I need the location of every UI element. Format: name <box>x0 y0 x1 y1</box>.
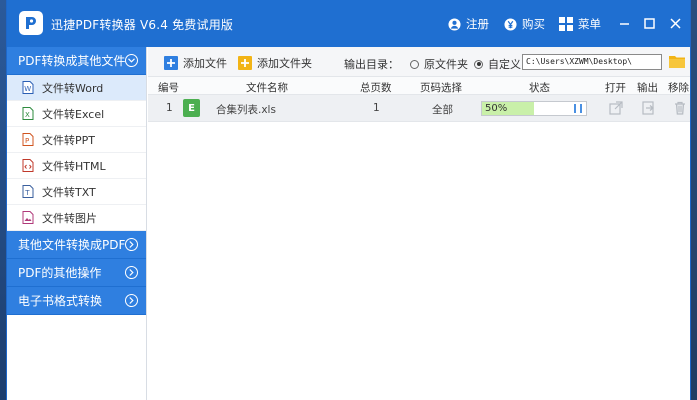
radio-custom-folder[interactable]: 自定义 <box>474 56 521 72</box>
sidebar-item-to-image[interactable]: 文件转图片 <box>7 205 146 231</box>
sidebar-item-label: 文件转TXT <box>42 185 96 199</box>
sidebar-section-label: PDF的其他操作 <box>18 266 102 280</box>
html-icon <box>21 159 34 172</box>
conversion-progress: 50% <box>481 101 587 116</box>
buy-button[interactable]: 购买 <box>504 15 545 33</box>
app-logo-icon <box>19 11 43 35</box>
yen-icon <box>504 17 517 31</box>
col-open: 打开 <box>605 82 626 94</box>
output-path-input[interactable]: C:\Users\XZWM\Desktop\ <box>522 54 662 70</box>
row-pages: 1 <box>373 102 380 114</box>
table-row[interactable]: 1 E 合集列表.xls 1 全部 50% <box>148 95 690 122</box>
trash-icon[interactable] <box>672 100 688 116</box>
pause-icon[interactable] <box>574 104 582 113</box>
excel-file-icon: E <box>183 99 200 117</box>
sidebar-section-label: PDF转换成其他文件 <box>18 54 126 68</box>
sidebar-item-to-excel[interactable]: X 文件转Excel <box>7 101 146 127</box>
close-icon <box>669 17 681 29</box>
app-title: 迅捷PDF转换器 V6.4 免费试用版 <box>51 18 234 32</box>
sidebar: PDF转换成其他文件 W 文件转Word X 文件转Excel P 文件转PPT <box>7 47 147 400</box>
maximize-icon <box>643 17 655 29</box>
svg-text:X: X <box>25 111 30 119</box>
register-button[interactable]: 注册 <box>448 15 489 33</box>
radio-original-folder[interactable]: 原文件夹 <box>410 56 468 72</box>
sidebar-item-label: 文件转Excel <box>42 107 105 121</box>
sidebar-section-pdf-other-ops[interactable]: PDF的其他操作 <box>7 259 146 287</box>
close-button[interactable] <box>665 13 685 33</box>
sidebar-section-label: 其他文件转换成PDF <box>18 238 126 252</box>
radio-original-label: 原文件夹 <box>424 58 468 71</box>
svg-text:P: P <box>25 137 29 145</box>
col-index: 编号 <box>158 82 179 94</box>
radio-circle-selected <box>474 59 483 69</box>
col-output: 输出 <box>637 82 658 94</box>
grid-icon <box>559 17 573 31</box>
sidebar-item-label: 文件转图片 <box>42 211 97 225</box>
chevron-right-icon <box>125 238 138 251</box>
image-icon <box>21 211 34 224</box>
minimize-icon <box>619 22 629 25</box>
open-external-icon[interactable] <box>608 100 624 116</box>
add-folder-icon <box>238 56 252 70</box>
buy-label: 购买 <box>522 17 545 31</box>
svg-text:W: W <box>24 85 31 93</box>
sidebar-item-label: 文件转HTML <box>42 159 106 173</box>
menu-button[interactable]: 菜单 <box>559 15 601 33</box>
desktop-background-right <box>691 0 697 400</box>
radio-circle <box>410 59 419 69</box>
sidebar-item-to-ppt[interactable]: P 文件转PPT <box>7 127 146 153</box>
col-remove: 移除 <box>668 82 689 94</box>
chevron-down-icon <box>125 54 138 67</box>
svg-text:T: T <box>24 189 30 197</box>
toolbar: 添加文件 添加文件夹 输出目录： 原文件夹 自定义 C:\Users\XZWM\… <box>148 47 690 77</box>
row-page-select[interactable]: 全部 <box>432 102 453 117</box>
sidebar-item-to-html[interactable]: 文件转HTML <box>7 153 146 179</box>
sidebar-item-to-word[interactable]: W 文件转Word <box>7 75 146 101</box>
output-export-icon[interactable] <box>640 100 656 116</box>
register-label: 注册 <box>466 17 489 31</box>
app-window: 迅捷PDF转换器 V6.4 免费试用版 注册 购买 菜单 PDF转换成其他文件 <box>6 0 691 400</box>
word-icon: W <box>21 81 34 94</box>
add-folder-label: 添加文件夹 <box>257 57 312 70</box>
col-page-select: 页码选择 <box>420 82 462 94</box>
main-panel: 添加文件 添加文件夹 输出目录： 原文件夹 自定义 C:\Users\XZWM\… <box>148 47 690 400</box>
sidebar-section-ebook-convert[interactable]: 电子书格式转换 <box>7 287 146 315</box>
row-filename: 合集列表.xls <box>216 104 276 116</box>
title-bar: 迅捷PDF转换器 V6.4 免费试用版 注册 购买 菜单 <box>7 0 690 47</box>
sidebar-item-to-txt[interactable]: T 文件转TXT <box>7 179 146 205</box>
ppt-icon: P <box>21 133 34 146</box>
browse-folder-icon[interactable] <box>669 54 685 68</box>
col-filename: 文件名称 <box>246 82 288 94</box>
output-dir-label: 输出目录： <box>344 58 399 71</box>
minimize-button[interactable] <box>614 13 634 33</box>
menu-label: 菜单 <box>578 17 601 31</box>
sidebar-item-label: 文件转PPT <box>42 133 95 147</box>
chevron-right-icon <box>125 266 138 279</box>
progress-text: 50% <box>485 103 508 114</box>
col-status: 状态 <box>529 82 550 94</box>
chevron-right-icon <box>125 294 138 307</box>
radio-custom-label: 自定义 <box>488 58 521 71</box>
add-file-label: 添加文件 <box>183 57 227 70</box>
row-index: 1 <box>166 102 173 114</box>
col-pages: 总页数 <box>360 82 392 94</box>
txt-icon: T <box>21 185 34 198</box>
excel-icon: X <box>21 107 34 120</box>
add-folder-button[interactable]: 添加文件夹 <box>238 55 312 71</box>
sidebar-section-pdf-to-other[interactable]: PDF转换成其他文件 <box>7 47 146 75</box>
add-file-button[interactable]: 添加文件 <box>164 55 227 71</box>
sidebar-section-label: 电子书格式转换 <box>18 294 103 308</box>
user-icon <box>448 17 461 31</box>
sidebar-item-label: 文件转Word <box>42 81 104 95</box>
add-file-icon <box>164 56 178 70</box>
sidebar-section-other-to-pdf[interactable]: 其他文件转换成PDF <box>7 231 146 259</box>
table-header: 编号 文件名称 总页数 页码选择 状态 打开 输出 移除 <box>148 77 690 95</box>
maximize-button[interactable] <box>639 13 659 33</box>
